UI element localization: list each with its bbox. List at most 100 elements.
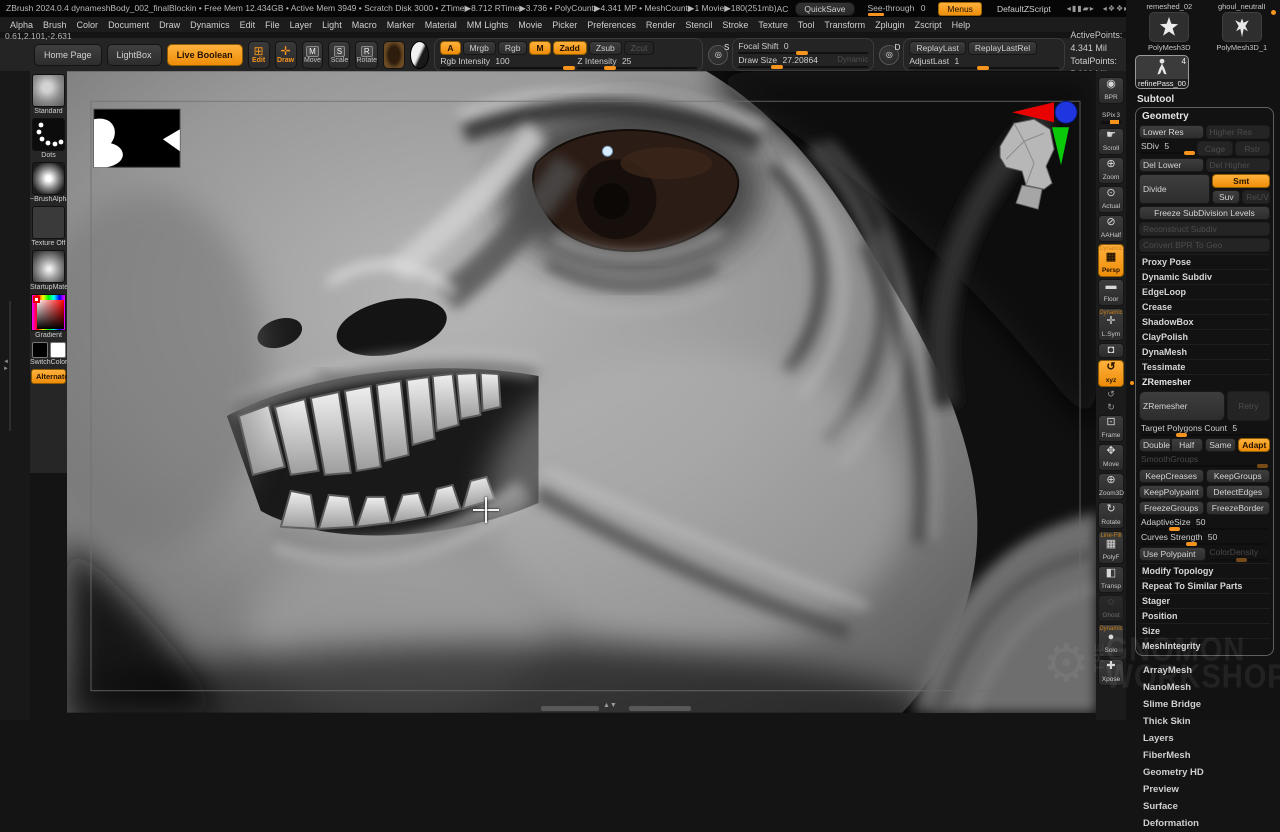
main-color-swatch[interactable] — [32, 342, 48, 358]
color-picker[interactable] — [31, 294, 66, 331]
z-intensity-slider[interactable]: Z Intensity 25 — [577, 56, 697, 69]
menu-item[interactable]: Stroke — [722, 20, 748, 30]
stroke-thumbnail[interactable] — [32, 118, 65, 151]
freeze-subdivision-button[interactable]: Freeze SubDivision Levels — [1139, 206, 1270, 220]
current-alpha-thumbnail[interactable] — [383, 41, 405, 69]
menu-item[interactable]: Stencil — [685, 20, 712, 30]
palette-section-header[interactable]: Slime Bridge — [1135, 696, 1276, 713]
half-button[interactable]: Half — [1171, 438, 1203, 452]
keepgroups-toggle[interactable]: KeepGroups — [1206, 469, 1271, 483]
geometry-subsection-header[interactable]: Stager — [1139, 593, 1270, 608]
palette-section-header[interactable]: Preview — [1135, 781, 1276, 798]
geometry-subsection-header[interactable]: Modify Topology — [1139, 563, 1270, 578]
palette-section-header[interactable]: Deformation — [1135, 815, 1276, 832]
geometry-header[interactable]: Geometry — [1142, 111, 1270, 122]
zsub-button[interactable]: Zsub — [589, 41, 622, 55]
a-toggle[interactable]: A — [440, 41, 460, 55]
subtool-header[interactable]: Subtool — [1137, 94, 1276, 105]
right-shelf-button[interactable]: Line-Fill ▦ PolyF — [1098, 531, 1124, 564]
right-shelf-button[interactable]: ↺ — [1098, 389, 1124, 400]
texture-thumbnail[interactable] — [32, 206, 65, 239]
replay-last-button[interactable]: ReplayLast — [909, 41, 966, 55]
alternate-button[interactable]: Alternate — [31, 369, 66, 384]
canvas-scrollbar-right[interactable] — [629, 706, 691, 711]
right-shelf-button[interactable]: ↻ Rotate — [1098, 502, 1124, 529]
same-button[interactable]: Same — [1205, 438, 1237, 452]
menu-item[interactable]: Transform — [824, 20, 865, 30]
menu-item[interactable]: Marker — [387, 20, 415, 30]
palette-section-header[interactable]: Thick Skin — [1135, 713, 1276, 730]
draw-button[interactable]: ✛ Draw — [275, 41, 297, 69]
geometry-subsection-header[interactable]: DynaMesh — [1139, 344, 1270, 359]
geometry-subsection-header[interactable]: Position — [1139, 608, 1270, 623]
freezegroups-toggle[interactable]: FreezeGroups — [1139, 501, 1204, 515]
draw-size-slider[interactable]: Draw Size 27.20864 Dynamic — [738, 55, 868, 68]
right-shelf-button[interactable]: ⊘ AAHalf — [1098, 215, 1124, 242]
lower-res-button[interactable]: Lower Res — [1139, 125, 1204, 139]
rotate-button[interactable]: R Rotate — [355, 41, 378, 69]
palette-section-header[interactable]: NanoMesh — [1135, 679, 1276, 696]
menu-item[interactable]: Zscript — [915, 20, 942, 30]
geometry-subsection-header[interactable]: ClayPolish — [1139, 329, 1270, 344]
tray-collapse-handle[interactable]: ◄ ► — [3, 359, 9, 373]
mrgb-button[interactable]: Mrgb — [463, 41, 496, 55]
menu-item[interactable]: Dynamics — [190, 20, 230, 30]
geometry-subsection-header[interactable]: Repeat To Similar Parts — [1139, 578, 1270, 593]
sdiv-slider[interactable]: SDiv 5 — [1139, 141, 1195, 154]
right-shelf-button[interactable]: ◉ BPR — [1098, 77, 1124, 104]
spix-slider[interactable] — [1101, 121, 1121, 124]
move-button[interactable]: M Move — [302, 41, 324, 69]
menu-item[interactable]: Color — [77, 20, 99, 30]
saturation-square[interactable] — [37, 300, 64, 329]
material-thumbnail[interactable] — [32, 250, 65, 283]
canvas-scrollbar-left[interactable] — [541, 706, 599, 711]
divider-bars-icon[interactable]: ◂▮▮▰▸ — [1067, 4, 1095, 13]
lightbox-button[interactable]: LightBox — [107, 44, 162, 66]
menu-item[interactable]: Picker — [552, 20, 577, 30]
m-toggle[interactable]: M — [529, 41, 550, 55]
menu-item[interactable]: Zplugin — [875, 20, 905, 30]
use-polypaint-toggle[interactable]: Use Polypaint — [1139, 547, 1206, 561]
menu-item[interactable]: Light — [322, 20, 342, 30]
see-through-slider[interactable]: See-through 0 — [864, 3, 930, 15]
divide-button[interactable]: Divide — [1139, 174, 1210, 204]
palette-section-header[interactable]: FiberMesh — [1135, 747, 1276, 764]
tool-slot-1[interactable]: remeshed_02 PolyMesh3D — [1135, 2, 1204, 52]
menu-item[interactable]: Macro — [352, 20, 377, 30]
right-shelf-button[interactable]: Dynamic ✛ L.Sym — [1098, 308, 1124, 341]
right-shelf-button[interactable]: ⊡ Frame — [1098, 415, 1124, 442]
smt-toggle[interactable]: Smt — [1212, 174, 1270, 188]
menu-item[interactable]: Layer — [290, 20, 313, 30]
right-shelf-button[interactable]: ◌ Ghost — [1098, 595, 1124, 622]
palette-section-header[interactable]: Layers — [1135, 730, 1276, 747]
home-page-button[interactable]: Home Page — [34, 44, 102, 66]
palette-section-header[interactable]: ArrayMesh — [1135, 662, 1276, 679]
right-shelf-button[interactable]: ⊕ Zoom3D — [1098, 473, 1124, 500]
freezeborder-toggle[interactable]: FreezeBorder — [1206, 501, 1271, 515]
quicksave-button[interactable]: QuickSave — [795, 2, 854, 16]
target-polygons-slider[interactable]: Target Polygons Count 5 — [1139, 423, 1270, 436]
geometry-subsection-header[interactable]: EdgeLoop — [1139, 284, 1270, 299]
tool-slot-2[interactable]: ghoul_neutralI PolyMesh3D_1 — [1208, 2, 1277, 52]
rgb-button[interactable]: Rgb — [498, 41, 528, 55]
stroke-settings-icon[interactable]: ◎S — [708, 45, 728, 65]
alpha-thumbnail[interactable] — [32, 162, 65, 195]
menus-button[interactable]: Menus — [938, 2, 982, 16]
menu-item[interactable]: Render — [646, 20, 676, 30]
keeppolypaint-toggle[interactable]: KeepPolypaint — [1139, 485, 1204, 499]
geometry-subsection-header[interactable]: Tessimate — [1139, 359, 1270, 374]
adaptivesize-slider[interactable]: AdaptiveSize 50 — [1139, 517, 1270, 530]
geometry-subsection-header[interactable]: MeshIntegrity — [1139, 638, 1270, 653]
menu-item[interactable]: File — [265, 20, 280, 30]
menu-item[interactable]: Movie — [518, 20, 542, 30]
edit-button[interactable]: ⊞ Edit — [248, 41, 270, 69]
right-shelf-button[interactable]: ✚ Xpose — [1098, 659, 1124, 686]
double-button[interactable]: Double — [1139, 438, 1171, 452]
geometry-subsection-header[interactable]: ShadowBox — [1139, 314, 1270, 329]
menu-item[interactable]: Preferences — [587, 20, 636, 30]
menu-item[interactable]: Alpha — [10, 20, 33, 30]
menu-item[interactable]: MM Lights — [467, 20, 509, 30]
right-shelf-button[interactable]: ⊕ Zoom — [1098, 157, 1124, 184]
right-shelf-button[interactable]: SPix3 — [1098, 106, 1124, 126]
scale-button[interactable]: S Scale — [328, 41, 350, 69]
